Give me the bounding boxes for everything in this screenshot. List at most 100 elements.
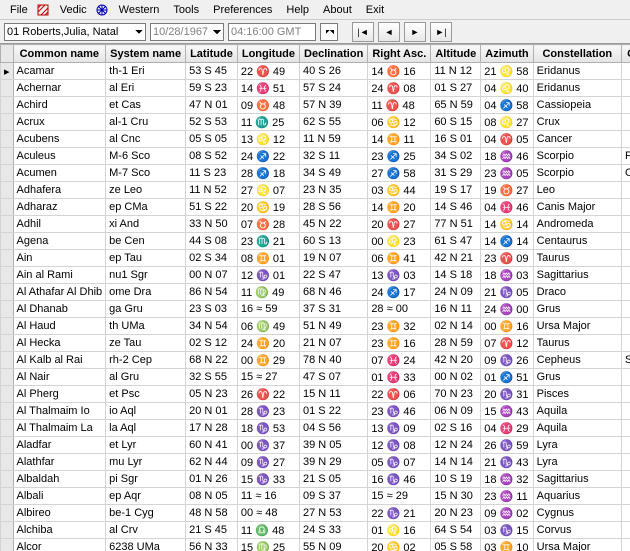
table-row[interactable]: Achernaral Eri59 S 2314 ♓ 5157 S 2424 ♈ …: [1, 80, 630, 97]
menu-western[interactable]: Western: [113, 2, 166, 18]
cell-alt: 14 S 46: [431, 199, 481, 216]
cell-az: 04 ♓ 29: [481, 420, 533, 437]
table-row[interactable]: Al Thalmaim Lala Aql17 N 2818 ♑ 5304 S 5…: [1, 420, 630, 437]
table-row[interactable]: Al Kalb al Rairh-2 Cep68 N 2200 ♊ 2978 N…: [1, 352, 630, 369]
cell-const: Andromeda: [533, 216, 621, 233]
cell-lon: 15 ≈ 27: [237, 369, 299, 386]
cell-dec: 57 S 24: [300, 80, 368, 97]
cell-comm: [621, 488, 630, 505]
table-container[interactable]: Common nameSystem nameLatitudeLongitudeD…: [0, 44, 630, 551]
table-row[interactable]: Acruxal-1 Cru52 S 5311 ♏ 2562 S 5506 ♋ 1…: [1, 114, 630, 131]
cell-system: et Lyr: [106, 437, 186, 454]
cell-ra: 24 ♈ 08: [368, 80, 431, 97]
table-row[interactable]: Adharazep CMa51 S 2220 ♋ 1928 S 5614 ♊ 2…: [1, 199, 630, 216]
menu-file[interactable]: File: [4, 2, 34, 18]
menu-tools[interactable]: Tools: [167, 2, 205, 18]
cell-dec: 37 S 31: [300, 301, 368, 318]
cell-alt: 77 N 51: [431, 216, 481, 233]
col-Longitude[interactable]: Longitude: [237, 45, 299, 63]
cell-comm: [621, 284, 630, 301]
cell-az: 24 ♒ 00: [481, 301, 533, 318]
cell-az: 09 ♒ 02: [481, 505, 533, 522]
cell-const: Corvus: [533, 522, 621, 539]
dropdown-blank[interactable]: [320, 23, 338, 41]
cell-common: Acamar: [13, 63, 106, 80]
menu-about[interactable]: About: [317, 2, 358, 18]
table-row[interactable]: Aladfaret Lyr60 N 4100 ♑ 3739 N 0512 ♑ 0…: [1, 437, 630, 454]
cell-dec: 68 N 46: [300, 284, 368, 301]
cell-dec: 40 S 26: [300, 63, 368, 80]
cell-system: ep Tau: [106, 250, 186, 267]
cell-sel: [1, 216, 14, 233]
col-Latitude[interactable]: Latitude: [186, 45, 238, 63]
cell-common: Al Haud: [13, 318, 106, 335]
col-Declination[interactable]: Declination: [300, 45, 368, 63]
cell-common: Alathfar: [13, 454, 106, 471]
col-Common name[interactable]: Common name: [13, 45, 106, 63]
cell-comm: [621, 80, 630, 97]
cell-dec: 57 N 39: [300, 97, 368, 114]
table-row[interactable]: Albireobe-1 Cyg48 N 5800 ≈ 4827 N 5322 ♑…: [1, 505, 630, 522]
table-row[interactable]: Albaldahpi Sgr01 N 2615 ♑ 3321 S 0516 ♑ …: [1, 471, 630, 488]
nav-prev[interactable]: ◄: [378, 22, 400, 42]
table-row[interactable]: Alchibaal Crv21 S 4511 ♎ 4824 S 3301 ♌ 1…: [1, 522, 630, 539]
cell-sel: [1, 420, 14, 437]
cell-const: Scorpio: [533, 148, 621, 165]
col-Constellation[interactable]: Constellation: [533, 45, 621, 63]
table-row[interactable]: Adhilxi And33 N 5007 ♉ 2845 N 2220 ♈ 277…: [1, 216, 630, 233]
table-row[interactable]: Al Heckaze Tau02 S 1224 ♊ 2021 N 0723 ♊ …: [1, 335, 630, 352]
cell-dec: 11 N 59: [300, 131, 368, 148]
table-row[interactable]: Acubensal Cnc05 S 0513 ♌ 1211 N 5914 ♊ 1…: [1, 131, 630, 148]
cell-lat: 33 N 50: [186, 216, 238, 233]
cell-lat: 62 N 44: [186, 454, 238, 471]
table-row[interactable]: Ainep Tau02 S 3408 ♊ 0119 N 0706 ♊ 4142 …: [1, 250, 630, 267]
col-System name[interactable]: System name: [106, 45, 186, 63]
col-Comments[interactable]: Comments: [621, 45, 630, 63]
time-input[interactable]: [228, 23, 316, 41]
nav-first[interactable]: |◄: [352, 22, 374, 42]
cell-ra: 06 ♋ 12: [368, 114, 431, 131]
table-row[interactable]: Alathfarmu Lyr62 N 4409 ♑ 2739 N 2905 ♑ …: [1, 454, 630, 471]
col-selector[interactable]: [1, 45, 14, 63]
menu-preferences[interactable]: Preferences: [207, 2, 278, 18]
cell-dec: 19 N 07: [300, 250, 368, 267]
col-Azimuth[interactable]: Azimuth: [481, 45, 533, 63]
cell-const: Grus: [533, 301, 621, 318]
table-row[interactable]: Al Haudth UMa34 N 5406 ♍ 4951 N 4923 ♊ 3…: [1, 318, 630, 335]
cell-ra: 07 ♓ 24: [368, 352, 431, 369]
table-row[interactable]: Adhaferaze Leo11 N 5227 ♌ 0723 N 3503 ♋ …: [1, 182, 630, 199]
table-row[interactable]: Al Dhanabga Gru23 S 0316 ≈ 5937 S 3128 ≈…: [1, 301, 630, 318]
menu-help[interactable]: Help: [280, 2, 315, 18]
table-row[interactable]: Achirdet Cas47 N 0109 ♉ 4857 N 3911 ♈ 48…: [1, 97, 630, 114]
table-row[interactable]: AcumenM-7 Sco11 S 2328 ♐ 1834 S 4927 ♐ 5…: [1, 165, 630, 182]
cell-const: Crux: [533, 114, 621, 131]
table-row[interactable]: Al Thalmaim Ioio Aql20 N 0128 ♑ 2301 S 2…: [1, 403, 630, 420]
table-row[interactable]: Al Athafar Al Dhibome Dra86 N 5411 ♍ 496…: [1, 284, 630, 301]
table-row[interactable]: Ain al Raminu1 Sgr00 N 0712 ♑ 0122 S 471…: [1, 267, 630, 284]
date-input[interactable]: [150, 23, 224, 41]
menubar: File Vedic Western Tools Preferences Hel…: [0, 0, 630, 20]
cell-ra: 27 ♐ 58: [368, 165, 431, 182]
menu-vedic[interactable]: Vedic: [54, 2, 93, 18]
table-row[interactable]: Al Nairal Gru32 S 5515 ≈ 2747 S 0701 ♓ 3…: [1, 369, 630, 386]
cell-const: Leo: [533, 182, 621, 199]
cell-sel: [1, 369, 14, 386]
menu-exit[interactable]: Exit: [360, 2, 390, 18]
cell-system: ze Leo: [106, 182, 186, 199]
cell-ra: 05 ♑ 07: [368, 454, 431, 471]
table-row[interactable]: ▸Acamarth-1 Eri53 S 4522 ♈ 4940 S 2614 ♉…: [1, 63, 630, 80]
table-row[interactable]: AculeusM-6 Sco08 S 5224 ♐ 2232 S 1123 ♐ …: [1, 148, 630, 165]
nav-next[interactable]: ►: [404, 22, 426, 42]
nav-last[interactable]: ►|: [430, 22, 452, 42]
table-row[interactable]: Albaliep Aqr08 N 0511 ≈ 1609 S 3715 ≈ 29…: [1, 488, 630, 505]
cell-alt: 01 S 27: [431, 80, 481, 97]
cell-az: 19 ♉ 27: [481, 182, 533, 199]
cell-const: Ursa Major: [533, 318, 621, 335]
col-Right Asc.[interactable]: Right Asc.: [368, 45, 431, 63]
table-row[interactable]: Al Pherget Psc05 N 2326 ♈ 2215 N 1122 ♈ …: [1, 386, 630, 403]
table-row[interactable]: Alcor6238 UMa56 N 3315 ♍ 2555 N 0920 ♋ 0…: [1, 539, 630, 551]
chart-select[interactable]: [4, 23, 146, 41]
col-Altitude[interactable]: Altitude: [431, 45, 481, 63]
cell-sel: [1, 505, 14, 522]
table-row[interactable]: Agenabe Cen44 S 0823 ♏ 2160 S 1300 ♌ 236…: [1, 233, 630, 250]
